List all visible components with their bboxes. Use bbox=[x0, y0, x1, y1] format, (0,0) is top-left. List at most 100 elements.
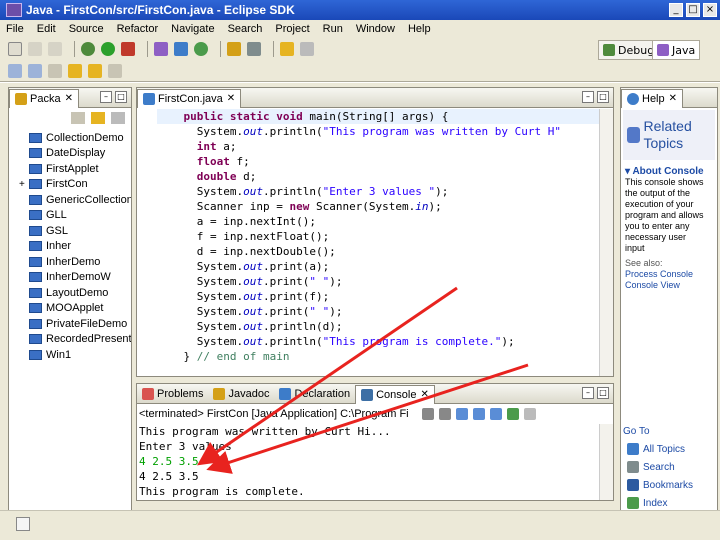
fast-view-icon[interactable] bbox=[16, 517, 30, 531]
project-item[interactable]: + FirstCon bbox=[9, 177, 131, 193]
print-icon[interactable] bbox=[48, 42, 62, 56]
menu-edit[interactable]: Edit bbox=[37, 23, 56, 35]
project-item[interactable]: Win1 bbox=[9, 347, 131, 363]
back-icon[interactable] bbox=[68, 63, 82, 78]
maximize-view-icon[interactable]: □ bbox=[115, 91, 127, 103]
search-icon[interactable] bbox=[247, 42, 261, 56]
perspective-java[interactable]: Java bbox=[652, 40, 701, 60]
open-type-icon[interactable] bbox=[227, 42, 241, 56]
project-item[interactable]: PrivateFileDemo bbox=[9, 316, 131, 332]
new-class-icon[interactable] bbox=[194, 42, 208, 56]
new-package-icon[interactable] bbox=[174, 42, 188, 56]
display-console-icon[interactable] bbox=[523, 408, 536, 420]
arrow-icon[interactable] bbox=[108, 63, 122, 78]
external-tools-icon[interactable] bbox=[121, 42, 135, 56]
tab-javadoc[interactable]: Javadoc bbox=[208, 385, 274, 403]
minimize-view-icon[interactable]: – bbox=[100, 91, 112, 103]
project-item[interactable]: MOOApplet bbox=[9, 301, 131, 317]
project-tree: CollectionDemo DateDisplay FirstApplet + Fir… bbox=[9, 130, 131, 363]
maximize-view-icon[interactable]: □ bbox=[597, 387, 609, 399]
console-view: Problems Javadoc Declaration Console ✕ –… bbox=[136, 383, 614, 501]
terminate-icon[interactable] bbox=[421, 408, 434, 420]
menu-source[interactable]: Source bbox=[69, 23, 104, 35]
search-icon bbox=[627, 461, 639, 473]
previous-annotation-icon[interactable] bbox=[28, 63, 42, 78]
close-button[interactable]: × bbox=[703, 3, 717, 17]
tab-help[interactable]: Help ✕ bbox=[621, 88, 684, 108]
close-icon[interactable]: ✕ bbox=[420, 389, 428, 400]
project-item[interactable]: InherDemoW bbox=[9, 270, 131, 286]
project-item[interactable]: CollectionDemo bbox=[9, 130, 131, 146]
tab-firstcon-java[interactable]: FirstCon.java ✕ bbox=[137, 88, 242, 108]
perspective-debug[interactable]: Debug bbox=[598, 40, 660, 60]
console-output[interactable]: This program was written by Curt Hi... En… bbox=[137, 424, 599, 500]
code-line: System.out.print(" "); bbox=[157, 304, 599, 319]
close-icon[interactable]: ✕ bbox=[227, 93, 235, 104]
project-item[interactable]: LayoutDemo bbox=[9, 285, 131, 301]
new-java-project-icon[interactable] bbox=[154, 42, 168, 56]
project-item-label: InherDemoW bbox=[46, 271, 111, 284]
close-icon[interactable]: ✕ bbox=[65, 93, 73, 104]
code-token: " " bbox=[309, 275, 330, 288]
bookmarks-link[interactable]: Bookmarks bbox=[623, 476, 715, 494]
tab-package-explorer[interactable]: Packa ✕ bbox=[9, 88, 79, 108]
code-token: out bbox=[243, 260, 263, 273]
menu-help[interactable]: Help bbox=[408, 23, 431, 35]
menu-window[interactable]: Window bbox=[356, 23, 395, 35]
search-link[interactable]: Search bbox=[623, 458, 715, 476]
link-editor-icon[interactable] bbox=[91, 112, 105, 124]
code-line: d = inp.nextDouble(); bbox=[157, 244, 599, 259]
project-item[interactable]: FirstApplet bbox=[9, 161, 131, 177]
code-token: ); bbox=[435, 185, 449, 198]
project-item[interactable]: Inher bbox=[9, 239, 131, 255]
link-process-console[interactable]: Process Console bbox=[625, 269, 707, 280]
menu-refactor[interactable]: Refactor bbox=[117, 23, 159, 35]
minimize-view-icon[interactable]: – bbox=[582, 387, 594, 399]
menu-navigate[interactable]: Navigate bbox=[171, 23, 214, 35]
last-edit-icon[interactable] bbox=[48, 63, 62, 78]
view-menu-icon[interactable] bbox=[111, 112, 125, 124]
project-item[interactable]: InherDemo bbox=[9, 254, 131, 270]
open-console-icon[interactable] bbox=[506, 408, 519, 420]
project-item[interactable]: DateDisplay bbox=[9, 146, 131, 162]
pin-icon[interactable] bbox=[300, 42, 314, 56]
project-item[interactable]: GSL bbox=[9, 223, 131, 239]
save-icon[interactable] bbox=[28, 42, 42, 56]
debug-icon[interactable] bbox=[81, 42, 95, 56]
link-console-view[interactable]: Console View bbox=[625, 280, 707, 291]
code-line: System.out.println("Enter 3 values "); bbox=[157, 184, 599, 199]
collapse-all-icon[interactable] bbox=[71, 112, 85, 124]
editor-vertical-scrollbar[interactable] bbox=[599, 109, 613, 376]
open-folder-icon[interactable] bbox=[280, 42, 294, 56]
project-item[interactable]: RecordedPresentation bbox=[9, 332, 131, 348]
menu-file[interactable]: File bbox=[6, 23, 24, 35]
scroll-lock-icon[interactable] bbox=[455, 408, 468, 420]
clear-console-icon[interactable] bbox=[472, 408, 485, 420]
maximize-button[interactable]: □ bbox=[686, 3, 700, 17]
new-icon[interactable] bbox=[8, 42, 22, 56]
console-vertical-scrollbar[interactable] bbox=[599, 424, 613, 500]
menu-project[interactable]: Project bbox=[275, 23, 309, 35]
all-topics-link[interactable]: All Topics bbox=[623, 440, 715, 458]
project-item[interactable]: GLL bbox=[9, 208, 131, 224]
menu-search[interactable]: Search bbox=[228, 23, 263, 35]
minimize-view-icon[interactable]: – bbox=[582, 91, 594, 103]
project-item[interactable]: GenericCollection bbox=[9, 192, 131, 208]
pin-console-icon[interactable] bbox=[489, 408, 502, 420]
maximize-view-icon[interactable]: □ bbox=[597, 91, 609, 103]
tab-console[interactable]: Console ✕ bbox=[355, 384, 435, 404]
tab-problems[interactable]: Problems bbox=[137, 385, 208, 403]
run-icon[interactable] bbox=[101, 42, 115, 56]
minimize-button[interactable]: _ bbox=[669, 3, 683, 17]
close-icon[interactable]: ✕ bbox=[669, 93, 677, 104]
project-item-label: MOOApplet bbox=[46, 302, 104, 315]
code-area[interactable]: public static void main(String[] args) {… bbox=[137, 109, 599, 376]
remove-launch-icon[interactable] bbox=[438, 408, 451, 420]
about-console-heading[interactable]: ▾ About Console bbox=[625, 166, 707, 177]
next-annotation-icon[interactable] bbox=[8, 63, 22, 78]
bookmark-icon bbox=[627, 479, 639, 491]
menu-run[interactable]: Run bbox=[323, 23, 343, 35]
expand-icon[interactable]: + bbox=[19, 179, 25, 190]
tab-declaration[interactable]: Declaration bbox=[274, 385, 355, 403]
forward-icon[interactable] bbox=[88, 63, 102, 78]
